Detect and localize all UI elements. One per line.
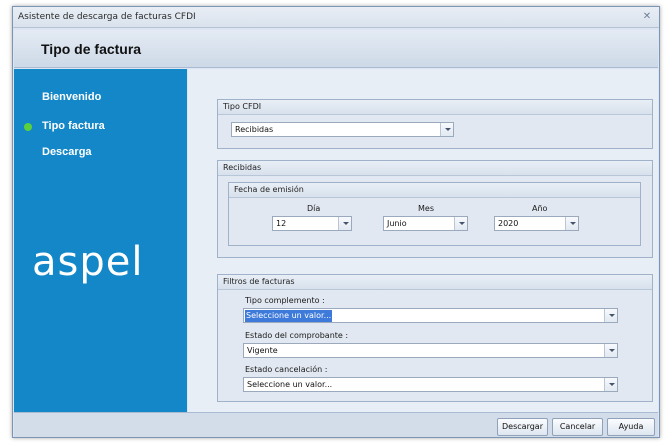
- step-descarga[interactable]: Descarga: [42, 146, 92, 158]
- wizard-content: Tipo CFDI Recibidas Recibidas Fecha de e…: [188, 69, 658, 412]
- tipo-complemento-value: Seleccione un valor...: [245, 310, 333, 322]
- aspel-logo: aspel: [32, 239, 143, 285]
- window-title: Asistente de descarga de facturas CFDI: [18, 12, 196, 22]
- estado-comprobante-value: Vigente: [247, 346, 278, 355]
- wizard-window: Asistente de descarga de facturas CFDI ✕…: [12, 6, 660, 438]
- cancelar-button[interactable]: Cancelar: [552, 418, 603, 436]
- wizard-footer: Descargar Cancelar Ayuda: [14, 412, 658, 437]
- dia-value: 12: [276, 219, 287, 228]
- chevron-down-icon[interactable]: [454, 217, 467, 230]
- ayuda-button[interactable]: Ayuda: [607, 418, 655, 436]
- estado-cancelacion-select[interactable]: Seleccione un valor...: [243, 377, 618, 392]
- filtros-group: Filtros de facturas Tipo complemento : S…: [217, 274, 653, 402]
- tipo-cfdi-group: Tipo CFDI Recibidas: [217, 99, 653, 149]
- dia-label: Día: [307, 204, 321, 213]
- estado-comprobante-select[interactable]: Vigente: [243, 343, 618, 358]
- step-bienvenido[interactable]: Bienvenido: [42, 91, 101, 103]
- page-header: Tipo de factura: [14, 30, 658, 68]
- tipo-complemento-select[interactable]: Seleccione un valor...: [243, 308, 618, 323]
- fecha-emision-group: Fecha de emisión Día 12 Mes Junio Año 20…: [228, 182, 641, 246]
- recibidas-title: Recibidas: [218, 161, 652, 176]
- chevron-down-icon[interactable]: [604, 344, 617, 357]
- chevron-down-icon[interactable]: [604, 309, 617, 322]
- title-bar: Asistente de descarga de facturas CFDI ✕: [13, 7, 659, 28]
- estado-cancelacion-value: Seleccione un valor...: [247, 380, 333, 389]
- active-step-icon: [24, 123, 32, 131]
- tipo-complemento-label: Tipo complemento :: [245, 296, 325, 305]
- close-icon[interactable]: ✕: [641, 10, 653, 24]
- mes-value: Junio: [387, 219, 407, 228]
- tipo-cfdi-title: Tipo CFDI: [218, 100, 652, 115]
- tipo-cfdi-select[interactable]: Recibidas: [231, 122, 454, 137]
- mes-select[interactable]: Junio: [383, 216, 468, 231]
- tipo-cfdi-value: Recibidas: [235, 125, 274, 134]
- anio-value: 2020: [498, 219, 519, 228]
- estado-comprobante-label: Estado del comprobante :: [245, 331, 349, 340]
- fecha-emision-title: Fecha de emisión: [229, 183, 640, 198]
- anio-label: Año: [532, 204, 548, 213]
- step-tipo-factura[interactable]: Tipo factura: [42, 120, 105, 132]
- chevron-down-icon[interactable]: [440, 123, 453, 136]
- chevron-down-icon[interactable]: [338, 217, 351, 230]
- filtros-title: Filtros de facturas: [218, 275, 652, 290]
- mes-label: Mes: [418, 204, 434, 213]
- dia-select[interactable]: 12: [272, 216, 352, 231]
- recibidas-group: Recibidas Fecha de emisión Día 12 Mes Ju…: [217, 160, 653, 258]
- anio-select[interactable]: 2020: [494, 216, 579, 231]
- estado-cancelacion-label: Estado cancelación :: [245, 365, 328, 374]
- chevron-down-icon[interactable]: [565, 217, 578, 230]
- chevron-down-icon[interactable]: [604, 378, 617, 391]
- logo-text: aspel: [32, 239, 143, 285]
- page-title: Tipo de factura: [41, 41, 142, 57]
- descargar-button[interactable]: Descargar: [497, 418, 548, 436]
- wizard-steps-sidebar: Bienvenido Tipo factura Descarga aspel: [14, 69, 187, 412]
